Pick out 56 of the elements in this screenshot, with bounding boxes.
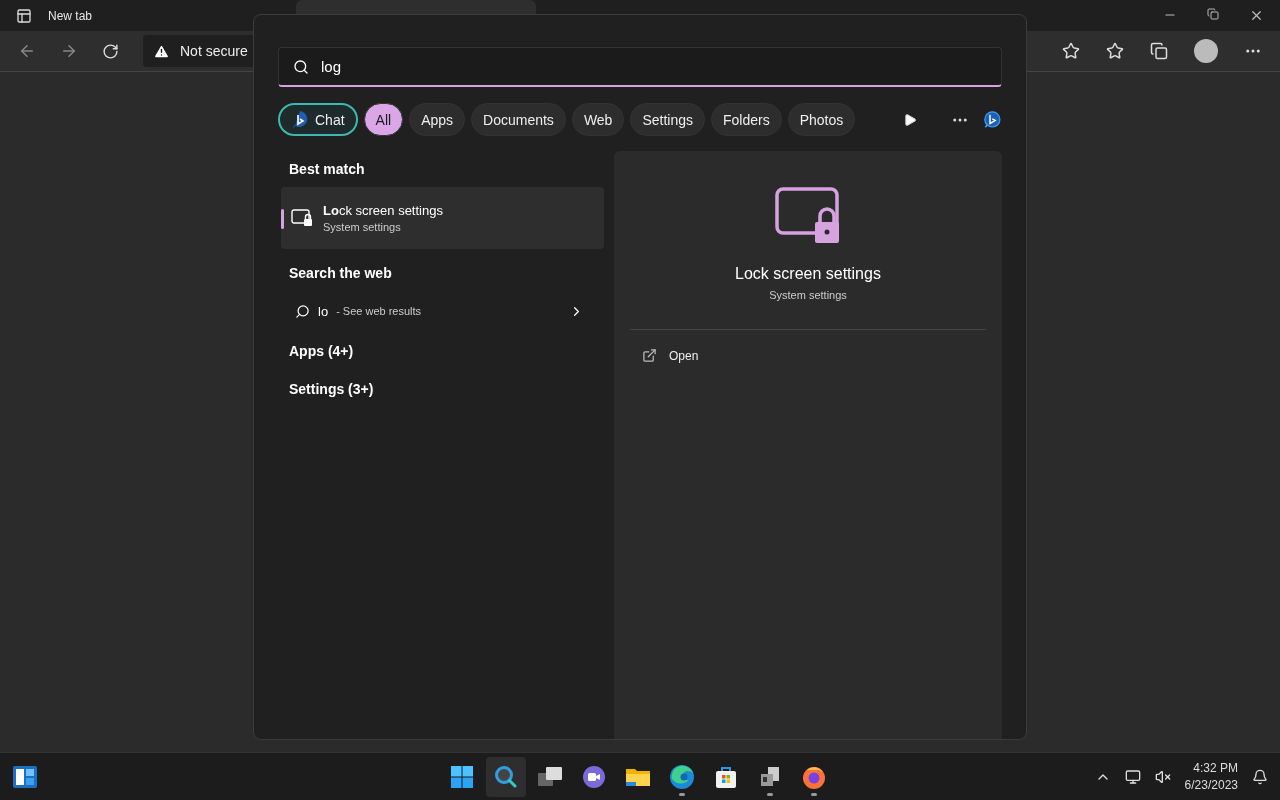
windows-icon (450, 765, 474, 789)
filter-chip[interactable]: Web (571, 103, 625, 136)
section-heading[interactable]: Apps (4+) (281, 331, 604, 369)
firefox-logo-icon (801, 764, 827, 790)
windows-stack-icon (537, 765, 563, 789)
external-link-icon (642, 348, 657, 363)
back-icon[interactable] (18, 42, 36, 60)
tab-actions-icon[interactable] (16, 7, 32, 24)
web-results-label: - See web results (336, 305, 422, 317)
action-label: Open (669, 348, 699, 363)
filter-chip[interactable]: Documents (471, 103, 566, 136)
warning-icon (153, 42, 170, 60)
collections-icon[interactable] (1150, 42, 1168, 60)
notification-icon[interactable] (1252, 768, 1268, 785)
network-icon[interactable] (1124, 768, 1141, 785)
filter-chip[interactable]: All (363, 103, 404, 136)
web-query: lo (318, 303, 329, 319)
chat-logo-icon (291, 109, 309, 130)
refresh-icon[interactable] (102, 42, 119, 60)
search-field[interactable]: log (278, 47, 1002, 87)
best-match-result[interactable]: Lock screen settings System settings (281, 187, 604, 249)
browser-logo-icon (669, 764, 695, 790)
filter-chip[interactable]: Apps (409, 103, 466, 136)
shopping-bag-icon (714, 765, 738, 789)
widgets-icon[interactable] (12, 764, 38, 789)
security-warning[interactable]: Not secure (180, 43, 248, 59)
search-icon (295, 303, 310, 319)
section-heading[interactable]: Settings (3+) (281, 369, 604, 407)
clock-date[interactable]: 6/23/2023 (1184, 776, 1238, 794)
volume-muted-icon[interactable] (1154, 768, 1171, 785)
result-title: Lock screen settings (323, 203, 443, 218)
lock-screen-icon (291, 209, 313, 227)
close-icon[interactable] (1249, 8, 1264, 23)
star-icon[interactable] (1062, 42, 1080, 60)
web-search-result[interactable]: lo - See web results (281, 291, 604, 331)
filter-chip[interactable]: Folders (711, 103, 782, 136)
detail-subtitle: System settings (769, 289, 847, 301)
filter-chip[interactable]: Photos (787, 103, 856, 136)
lock-screen-icon (775, 187, 841, 245)
section-heading: Best match (288, 160, 366, 179)
search-icon (494, 765, 518, 789)
clock-time[interactable]: 4:32 PM (1193, 759, 1238, 777)
filter-chip[interactable]: Chat (278, 103, 358, 136)
search-icon (293, 58, 309, 75)
restore-icon[interactable] (1207, 8, 1219, 20)
search-input[interactable]: log (319, 57, 1001, 76)
video-chat-icon (581, 765, 607, 789)
filter-chip[interactable]: Settings (630, 103, 705, 136)
detail-title: Lock screen settings (735, 265, 881, 283)
forward-icon[interactable] (60, 42, 78, 60)
favorites-icon[interactable] (1106, 42, 1124, 60)
section-heading: Search the web (288, 264, 393, 283)
play-icon[interactable] (903, 112, 918, 127)
computer-box-icon (758, 765, 782, 789)
profile-avatar[interactable] (1194, 39, 1218, 63)
result-subtitle: System settings (323, 221, 402, 233)
